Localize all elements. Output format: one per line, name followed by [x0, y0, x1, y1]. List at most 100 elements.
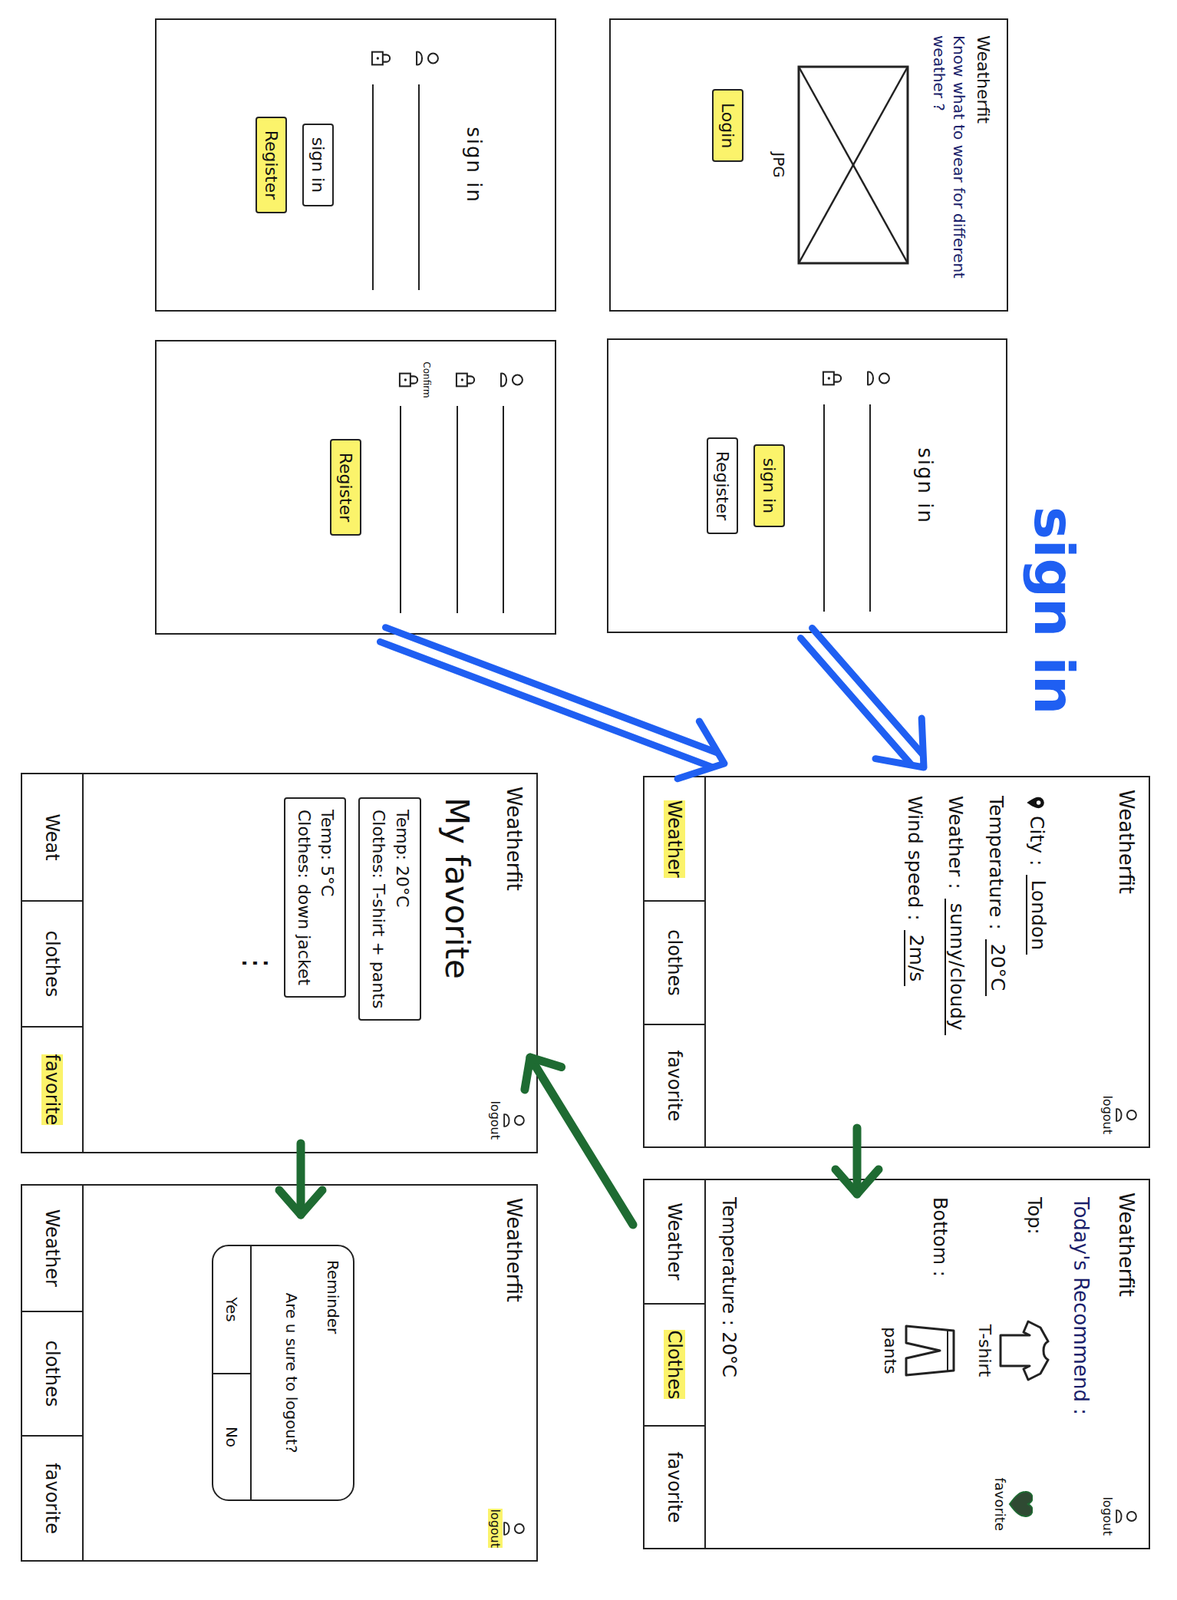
favorite-card[interactable]: Temp: 5°CClothes: down jacket [283, 797, 347, 998]
tab[interactable]: clothes [22, 900, 83, 1026]
input-line [823, 404, 827, 612]
app-header: Weatherfit logout [1095, 777, 1149, 1147]
tab[interactable]: favorite [644, 1023, 705, 1147]
user-icon [415, 48, 440, 69]
lock-icon [396, 369, 422, 390]
t-shirt-icon [997, 1319, 1052, 1382]
user-icon [502, 1519, 526, 1538]
input-line [372, 84, 376, 291]
logout-button[interactable]: logout [1100, 1094, 1138, 1135]
tagline: Know what to wear for different weather … [929, 35, 970, 295]
user-icon [866, 368, 891, 389]
form-button[interactable]: Register [255, 116, 287, 215]
lock-icon [453, 369, 479, 390]
favorite-card[interactable]: Temp: 20°CClothes: T-shirt + pants [358, 797, 422, 1021]
phone-screen: sign insign inRegister [606, 338, 1008, 634]
weather-value: 20°C [985, 939, 1009, 996]
weather-row: Wind speed :2m/s [903, 795, 928, 1128]
app-title: Weatherfit [1114, 789, 1138, 894]
weather-row: Temperature :20°C [985, 795, 1009, 1128]
form-button[interactable]: sign in [302, 123, 334, 208]
tab-bar: Weatherclothesfavorite [644, 777, 706, 1147]
clothing-name: T-shirt [975, 1324, 995, 1378]
app-title: Weatherfit [502, 1197, 526, 1303]
logout-label: logout [1100, 1094, 1115, 1135]
phone-screen: Confirm Register [154, 339, 557, 635]
weather-value: sunny/cloudy [944, 898, 969, 1036]
weather-row: City :London [1025, 795, 1050, 1128]
tab[interactable]: favorite [22, 1025, 83, 1152]
logout-button[interactable]: logout [1100, 1496, 1138, 1536]
input-field[interactable] [415, 39, 440, 291]
temperature-text: Temperature : 20°C [718, 1196, 740, 1531]
tab[interactable]: clothes [22, 1310, 83, 1436]
tab[interactable]: favorite [22, 1434, 83, 1560]
tab-bar: Weatclothesfavorite [22, 774, 84, 1152]
tab[interactable]: Weather [22, 1185, 83, 1311]
tab[interactable]: Clothes [644, 1302, 705, 1426]
logout-button[interactable]: logout [487, 1100, 526, 1140]
app-title: Weatherfit [1114, 1192, 1138, 1297]
logout-label: logout [487, 1100, 503, 1140]
flow-annotation: sign in [1022, 506, 1087, 715]
input-field[interactable] [820, 359, 845, 612]
form-button[interactable]: sign in [753, 444, 785, 528]
weather-value: London [1025, 874, 1050, 955]
logout-label: logout [1100, 1496, 1115, 1536]
input-field[interactable] [499, 361, 525, 614]
more-indicator: ⋮ [240, 947, 272, 979]
flow-arrow [835, 1127, 879, 1194]
tab[interactable]: clothes [644, 900, 705, 1023]
form-button[interactable]: Register [329, 438, 362, 537]
input-field[interactable] [369, 39, 394, 291]
tab[interactable]: Weather [644, 777, 705, 901]
recommend-item: Top:T-shirtfavorite [975, 1196, 1052, 1531]
image-label: JPG [769, 35, 788, 295]
favorite-button[interactable]: favorite [992, 1477, 1033, 1531]
input-field[interactable] [453, 361, 479, 614]
dialog-message: Are u sure to logout? [252, 1246, 325, 1500]
location-pin-icon [1025, 795, 1046, 810]
clothing-name: pants [880, 1326, 901, 1374]
dialog-button[interactable]: Yes [214, 1246, 251, 1373]
form-button[interactable]: Register [706, 437, 739, 535]
flow-arrows [0, 0, 1177, 1600]
tab[interactable]: favorite [644, 1424, 705, 1548]
flow-arrow [800, 627, 924, 768]
storyboard: sign inWeatherfitKnow what to wear for d… [0, 0, 1177, 1600]
wireframe-canvas: sign inWeatherfitKnow what to wear for d… [0, 0, 1177, 1600]
input-field[interactable]: Confirm [396, 361, 432, 614]
logout-button[interactable]: logout [487, 1508, 526, 1548]
recommend-heading: Today's Recommend : [1069, 1196, 1093, 1531]
favorites-heading: My favorite [438, 797, 476, 980]
phone-screen: Weatherfit logout ReminderAre u sure to lo… [20, 1183, 538, 1562]
tab[interactable]: Weather [644, 1180, 705, 1303]
tab[interactable]: Weat [22, 774, 83, 901]
app-header: Weatherfit logout [483, 774, 537, 1152]
login-button[interactable]: Login [712, 89, 744, 162]
heart-icon [1008, 1490, 1033, 1518]
user-icon [1114, 1506, 1138, 1526]
dialog-title: Reminder [324, 1246, 354, 1500]
logout-label: logout [487, 1508, 503, 1548]
dialog-button[interactable]: No [214, 1372, 251, 1500]
user-icon [502, 1111, 526, 1130]
flow-arrow [279, 1143, 323, 1215]
user-icon [499, 369, 525, 390]
app-header: Weatherfit logout [1095, 1180, 1149, 1548]
lock-icon [820, 368, 845, 389]
input-field[interactable] [866, 359, 891, 612]
recommend-item: Bottom :pants [880, 1196, 957, 1531]
weather-value: 2m/s [903, 929, 928, 987]
phone-screen: sign insign inRegister [154, 18, 557, 312]
phone-screen: WeatherfitKnow what to wear for differen… [609, 18, 1009, 312]
input-line [456, 405, 460, 614]
user-icon [1114, 1105, 1138, 1125]
app-header: Weatherfit logout [483, 1185, 537, 1560]
flow-arrow [524, 1057, 634, 1225]
app-title: Weatherfit [502, 786, 526, 891]
input-line [399, 405, 403, 614]
field-label: Confirm [421, 361, 432, 398]
flow-arrow [379, 627, 725, 779]
tab-bar: WeatherClothesfavorite [644, 1180, 706, 1548]
